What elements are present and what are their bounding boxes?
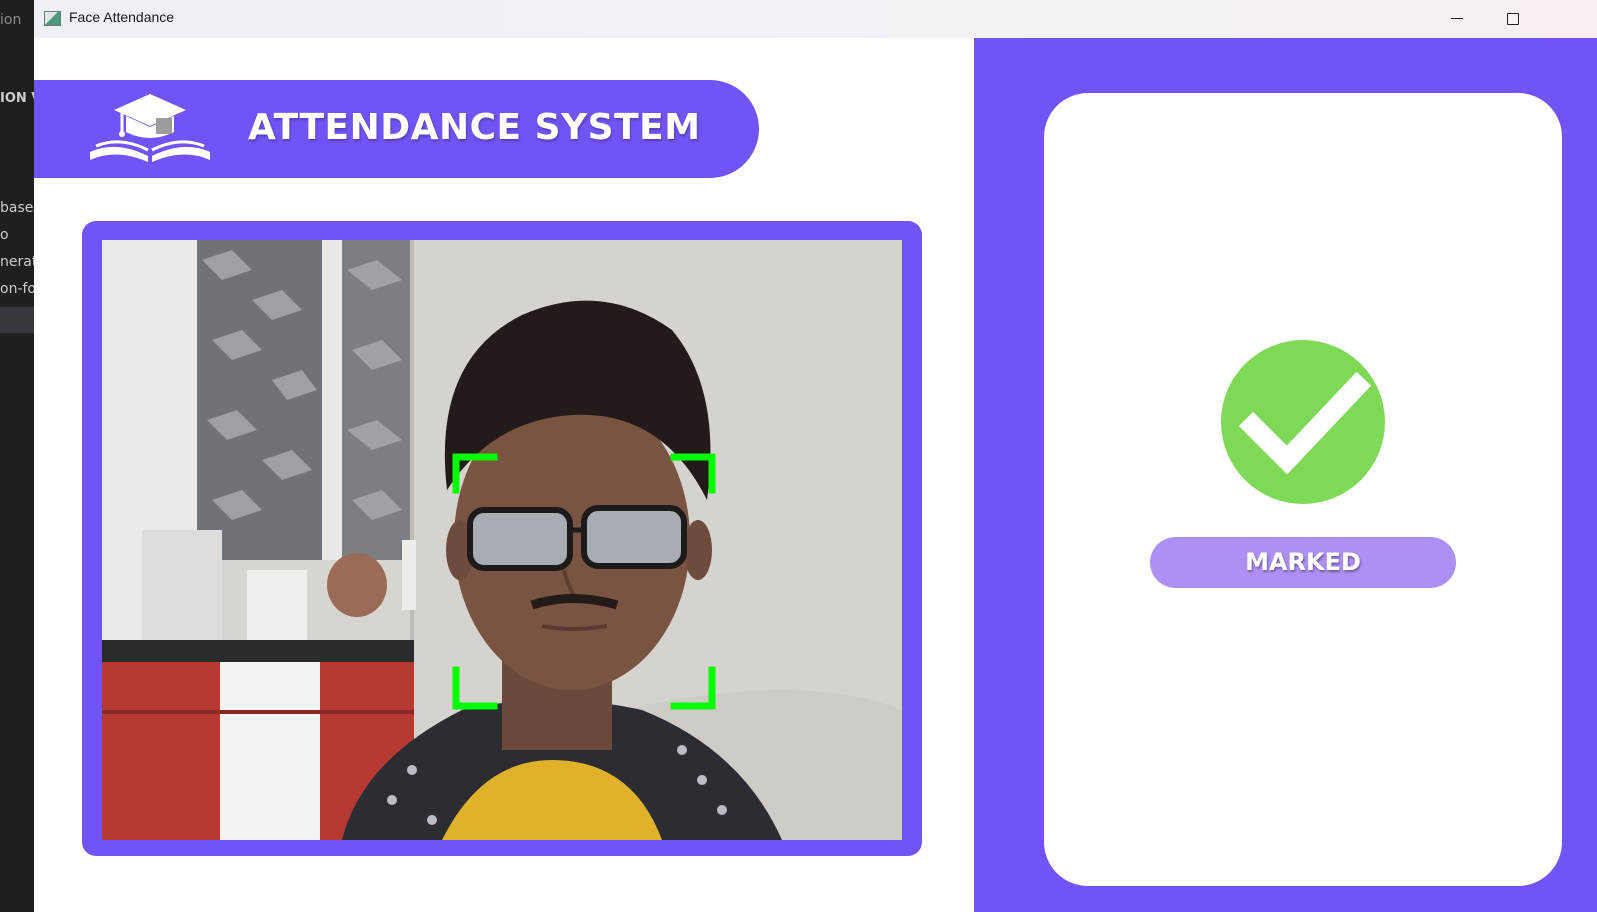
maximize-icon[interactable]: [1490, 4, 1536, 34]
camera-frame: [82, 221, 922, 856]
title-bar[interactable]: Face Attendance: [34, 0, 1597, 38]
check-circle-icon: [1221, 340, 1385, 504]
webcam-scene: [102, 240, 902, 840]
webcam-feed: [102, 240, 902, 840]
graduation-cap-book-logo: [90, 94, 210, 162]
editor-fragment: ION V: [0, 91, 34, 106]
editor-fragment: base.: [0, 200, 34, 216]
status-badge: MARKED: [1150, 537, 1456, 588]
background-editor-strip: ion ION V base. o nerat on-fo: [0, 0, 34, 912]
status-card: MARKED: [1044, 93, 1562, 886]
face-attendance-window: Face Attendance ATTENDANCE SYSTEM MARKED: [34, 0, 1597, 912]
editor-fragment: on-fo: [0, 281, 34, 297]
editor-fragment: nerat: [0, 254, 34, 270]
app-window-icon: [44, 11, 61, 26]
minimize-icon[interactable]: [1433, 4, 1479, 34]
editor-selected-row: [0, 307, 34, 333]
window-title: Face Attendance: [69, 9, 175, 25]
editor-fragment: o: [0, 227, 9, 243]
status-panel: MARKED: [974, 38, 1597, 912]
editor-fragment: ion: [0, 12, 22, 28]
app-heading: ATTENDANCE SYSTEM: [248, 107, 701, 148]
header-banner: ATTENDANCE SYSTEM: [34, 80, 759, 178]
